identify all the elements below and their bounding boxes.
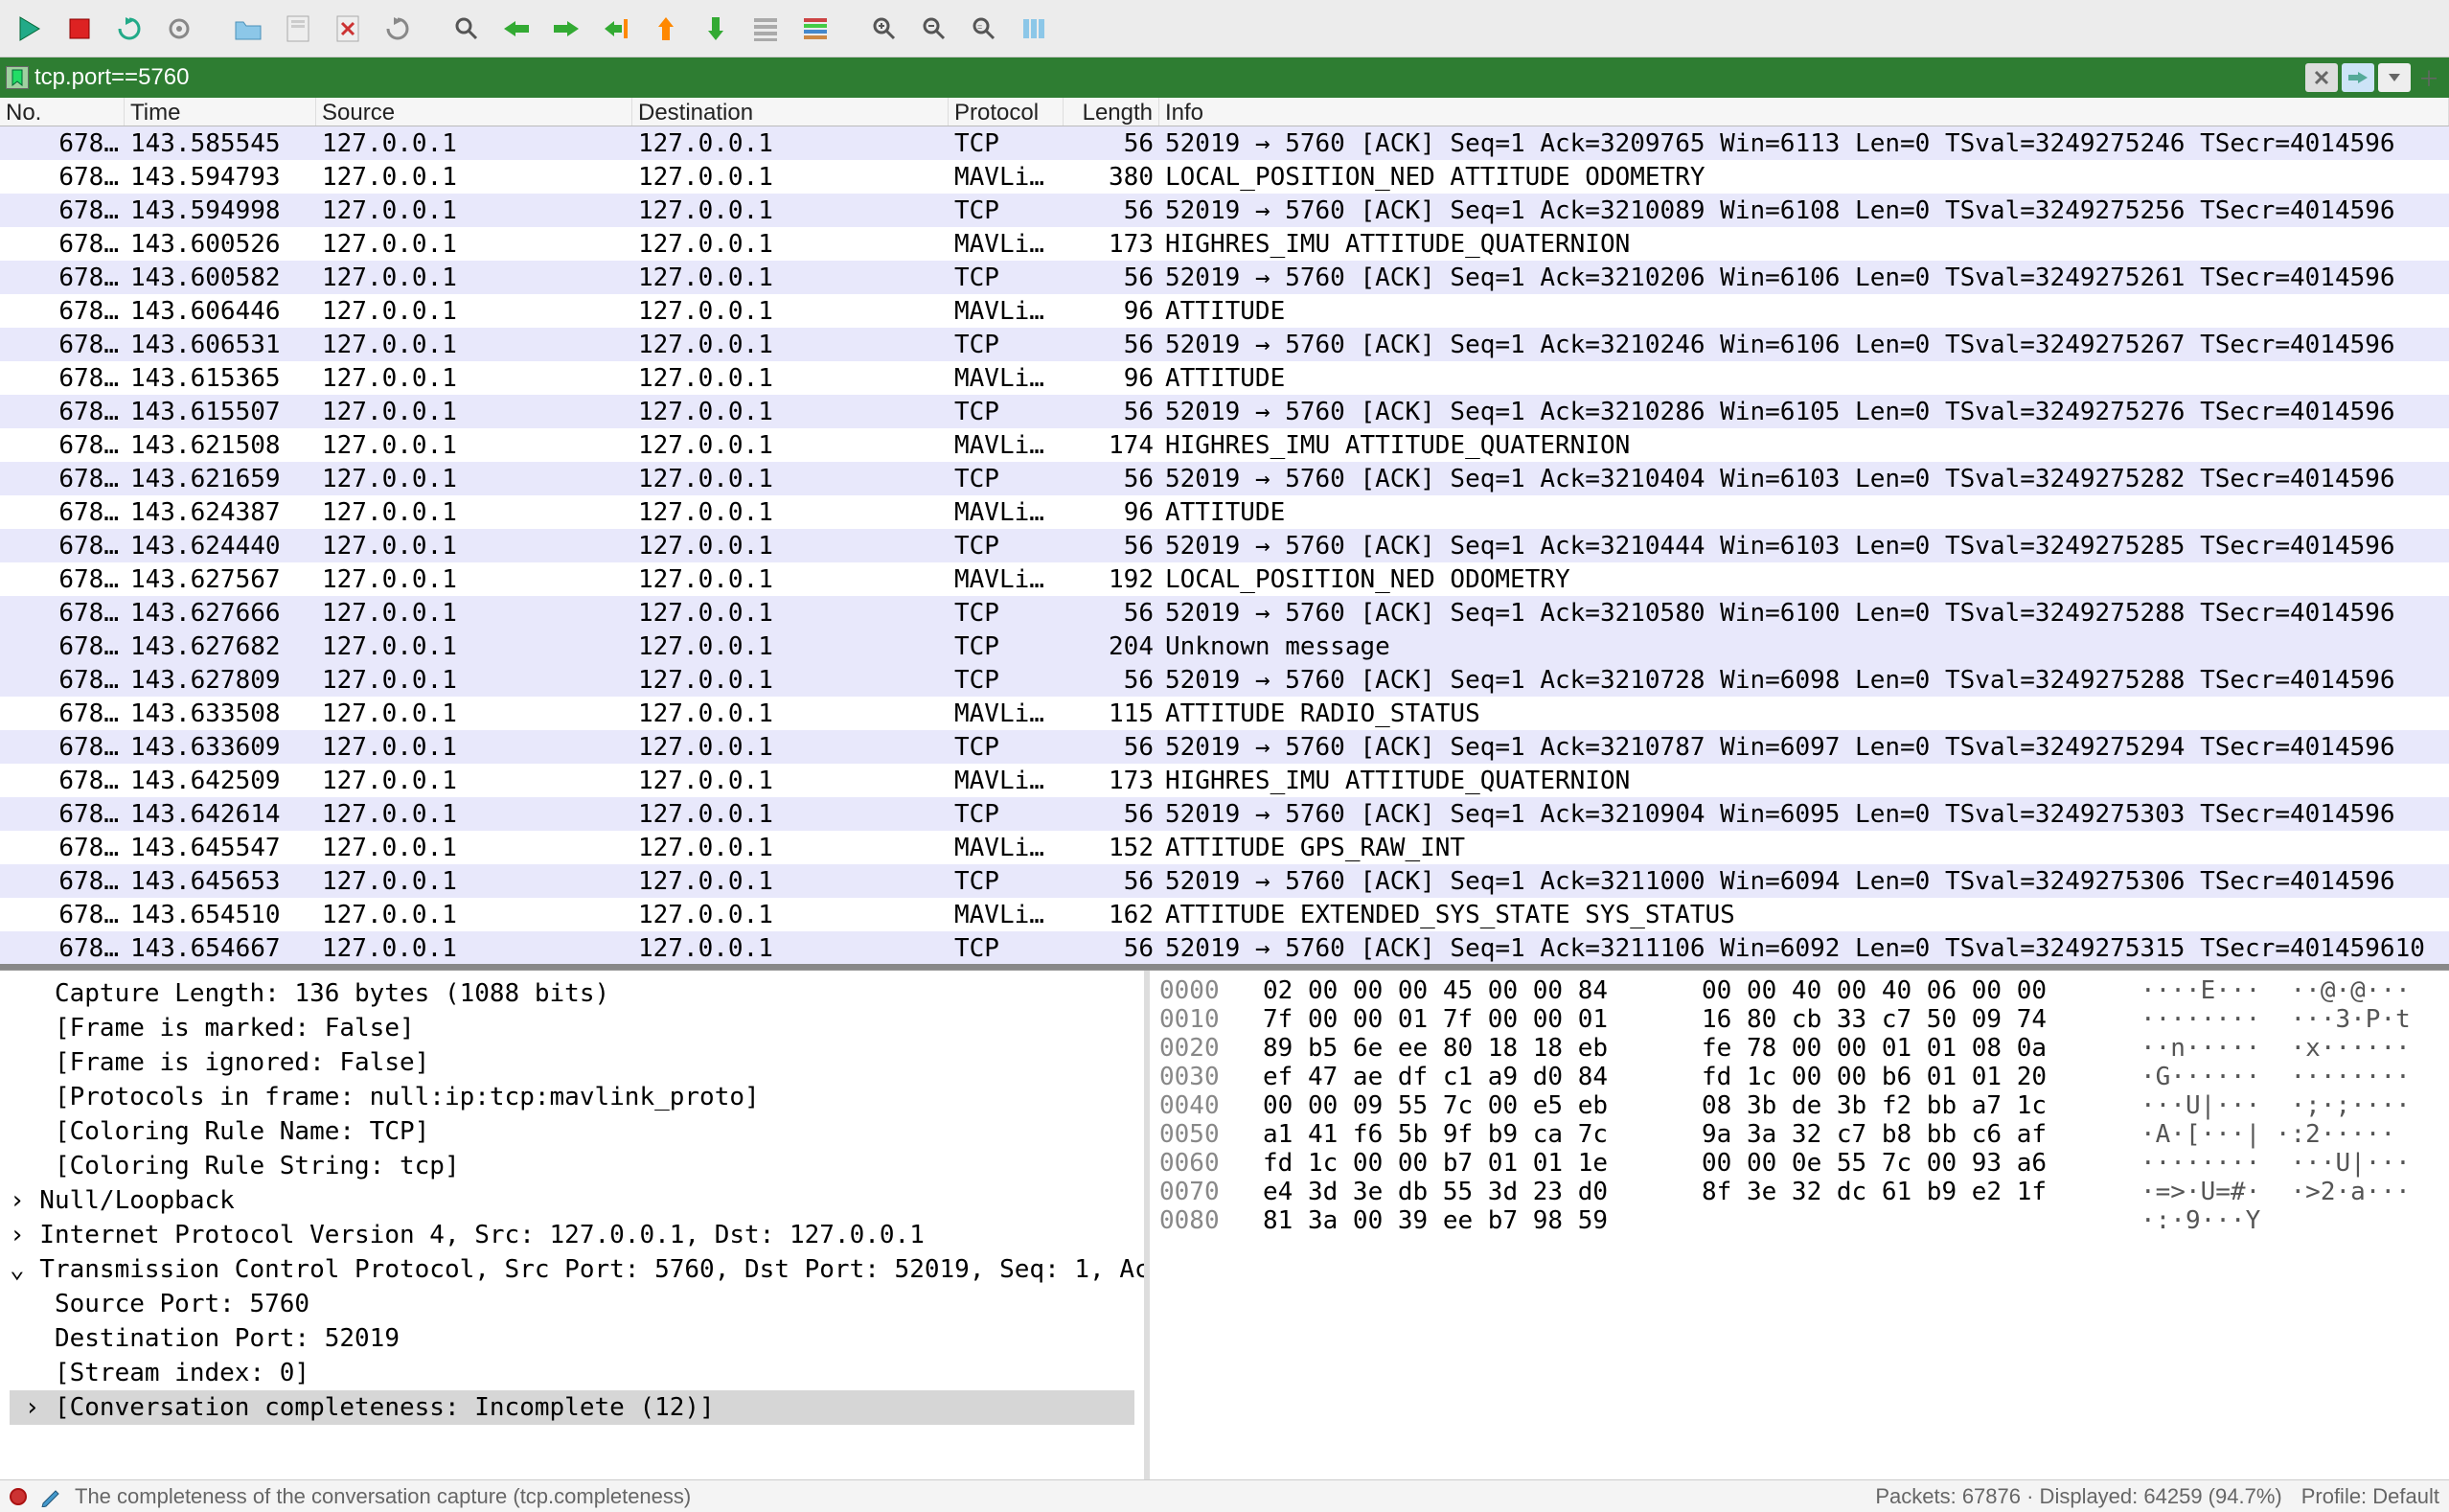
go-forward-button[interactable] [544, 7, 588, 51]
packet-row[interactable]: 678…143.600526127.0.0.1127.0.0.1MAVLi…17… [0, 227, 2449, 261]
packet-row[interactable]: 678…143.642509127.0.0.1127.0.0.1MAVLi…17… [0, 764, 2449, 797]
detail-line[interactable]: ⌄ Transmission Control Protocol, Src Por… [10, 1252, 1134, 1287]
main-toolbar: = [0, 0, 2449, 57]
go-to-first-button[interactable] [644, 7, 688, 51]
packet-bytes-pane[interactable]: 000002 00 00 00 45 00 00 8400 00 40 00 4… [1150, 971, 2449, 1479]
display-filter-input[interactable] [34, 64, 2301, 91]
packet-row[interactable]: 678…143.594998127.0.0.1127.0.0.1TCP56520… [0, 194, 2449, 227]
hex-row[interactable]: 0030ef 47 ae df c1 a9 d0 84fd 1c 00 00 b… [1159, 1063, 2439, 1091]
filter-clear-button[interactable] [2305, 63, 2338, 92]
detail-line[interactable]: [Protocols in frame: null:ip:tcp:mavlink… [10, 1080, 1134, 1114]
detail-line[interactable]: › Null/Loopback [10, 1183, 1134, 1218]
go-to-packet-button[interactable] [594, 7, 638, 51]
packet-row[interactable]: 678…143.624440127.0.0.1127.0.0.1TCP56520… [0, 529, 2449, 562]
column-protocol[interactable]: Protocol [949, 98, 1064, 126]
hex-row[interactable]: 002089 b5 6e ee 80 18 18 ebfe 78 00 00 0… [1159, 1034, 2439, 1063]
packet-row[interactable]: 678…143.627809127.0.0.1127.0.0.1TCP56520… [0, 663, 2449, 697]
expert-info-indicator[interactable] [10, 1488, 27, 1505]
packet-row[interactable]: 678…143.621659127.0.0.1127.0.0.1TCP56520… [0, 462, 2449, 495]
filter-history-dropdown[interactable] [2378, 63, 2411, 92]
packet-row[interactable]: 678…143.633508127.0.0.1127.0.0.1MAVLi…11… [0, 697, 2449, 730]
zoom-out-button[interactable] [912, 7, 956, 51]
detail-line[interactable]: Destination Port: 52019 [10, 1321, 1134, 1356]
column-source[interactable]: Source [316, 98, 632, 126]
hex-row[interactable]: 000002 00 00 00 45 00 00 8400 00 40 00 4… [1159, 976, 2439, 1005]
hex-row[interactable]: 008081 3a 00 39 ee b7 98 59·:·9···Y [1159, 1206, 2439, 1235]
packet-row[interactable]: 678…143.594793127.0.0.1127.0.0.1MAVLi…38… [0, 160, 2449, 194]
packet-row[interactable]: 678…143.624387127.0.0.1127.0.0.1MAVLi…96… [0, 495, 2449, 529]
zoom-reset-button[interactable]: = [962, 7, 1006, 51]
reload-file-button[interactable] [376, 7, 420, 51]
packet-row[interactable]: 678…143.654510127.0.0.1127.0.0.1MAVLi…16… [0, 898, 2449, 931]
packet-row[interactable]: 678…143.615507127.0.0.1127.0.0.1TCP56520… [0, 395, 2449, 428]
go-back-button[interactable] [494, 7, 538, 51]
column-no[interactable]: No. [0, 98, 125, 126]
detail-line[interactable]: [Coloring Rule Name: TCP] [10, 1114, 1134, 1149]
packet-row[interactable]: 678…143.606446127.0.0.1127.0.0.1MAVLi…96… [0, 294, 2449, 328]
status-packets: Packets: 67876 · Displayed: 64259 (94.7%… [1875, 1484, 2281, 1509]
hex-row[interactable]: 004000 00 09 55 7c 00 e5 eb08 3b de 3b f… [1159, 1091, 2439, 1120]
column-info[interactable]: Info [1159, 98, 2449, 126]
packet-row[interactable]: 678…143.645653127.0.0.1127.0.0.1TCP56520… [0, 864, 2449, 898]
filter-add-button[interactable]: ＋ [2415, 63, 2443, 92]
start-capture-button[interactable] [8, 7, 52, 51]
resize-columns-button[interactable] [1012, 7, 1056, 51]
stop-capture-button[interactable] [57, 7, 102, 51]
column-dest[interactable]: Destination [632, 98, 949, 126]
detail-line[interactable]: › [Conversation completeness: Incomplete… [10, 1390, 1134, 1425]
detail-line[interactable]: [Coloring Rule String: tcp] [10, 1149, 1134, 1183]
packet-row[interactable]: 678…143.654667127.0.0.1127.0.0.1TCP56520… [0, 931, 2449, 965]
auto-scroll-button[interactable] [744, 7, 788, 51]
status-bar: The completeness of the conversation cap… [0, 1479, 2449, 1512]
detail-line[interactable]: › Internet Protocol Version 4, Src: 127.… [10, 1218, 1134, 1252]
save-file-button[interactable] [276, 7, 320, 51]
packet-list-header: No. Time Source Destination Protocol Len… [0, 98, 2449, 126]
restart-capture-button[interactable] [107, 7, 151, 51]
zoom-in-button[interactable] [862, 7, 906, 51]
open-file-button[interactable] [226, 7, 270, 51]
packet-row[interactable]: 678…143.627666127.0.0.1127.0.0.1TCP56520… [0, 596, 2449, 630]
detail-line[interactable]: [Stream index: 0] [10, 1356, 1134, 1390]
packet-row[interactable]: 678…143.606531127.0.0.1127.0.0.1TCP56520… [0, 328, 2449, 361]
hex-row[interactable]: 00107f 00 00 01 7f 00 00 0116 80 cb 33 c… [1159, 1005, 2439, 1034]
detail-line[interactable]: [Frame is ignored: False] [10, 1045, 1134, 1080]
status-hint: The completeness of the conversation cap… [75, 1484, 691, 1509]
packet-row[interactable]: 678…143.621508127.0.0.1127.0.0.1MAVLi…17… [0, 428, 2449, 462]
packet-row[interactable]: 678…143.615365127.0.0.1127.0.0.1MAVLi…96… [0, 361, 2449, 395]
capture-edit-icon[interactable] [40, 1486, 61, 1507]
status-profile[interactable]: Profile: Default [2301, 1484, 2439, 1509]
hex-row[interactable]: 0050a1 41 f6 5b 9f b9 ca 7c9a 3a 32 c7 b… [1159, 1120, 2439, 1149]
find-packet-button[interactable] [445, 7, 489, 51]
svg-text:=: = [977, 22, 982, 32]
filter-apply-button[interactable] [2342, 63, 2374, 92]
packet-row[interactable]: 678…143.642614127.0.0.1127.0.0.1TCP56520… [0, 797, 2449, 831]
packet-details-pane[interactable]: Capture Length: 136 bytes (1088 bits) [F… [0, 971, 1150, 1479]
packet-row[interactable]: 678…143.633609127.0.0.1127.0.0.1TCP56520… [0, 730, 2449, 764]
packet-row[interactable]: 678…143.627567127.0.0.1127.0.0.1MAVLi…19… [0, 562, 2449, 596]
detail-line[interactable]: Source Port: 5760 [10, 1287, 1134, 1321]
display-filter-bar: ＋ [0, 57, 2449, 98]
bottom-panes: Capture Length: 136 bytes (1088 bits) [F… [0, 970, 2449, 1479]
column-time[interactable]: Time [125, 98, 316, 126]
go-to-last-button[interactable] [694, 7, 738, 51]
close-file-button[interactable] [326, 7, 370, 51]
packet-row[interactable]: 678…143.627682127.0.0.1127.0.0.1TCP204Un… [0, 630, 2449, 663]
filter-bookmark-button[interactable] [6, 66, 29, 89]
hex-row[interactable]: 0060fd 1c 00 00 b7 01 01 1e00 00 0e 55 7… [1159, 1149, 2439, 1178]
packet-row[interactable]: 678…143.645547127.0.0.1127.0.0.1MAVLi…15… [0, 831, 2449, 864]
detail-line[interactable]: Capture Length: 136 bytes (1088 bits) [10, 976, 1134, 1011]
capture-options-button[interactable] [157, 7, 201, 51]
column-length[interactable]: Length [1064, 98, 1159, 126]
packet-row[interactable]: 678…143.600582127.0.0.1127.0.0.1TCP56520… [0, 261, 2449, 294]
detail-line[interactable]: [Frame is marked: False] [10, 1011, 1134, 1045]
packet-row[interactable]: 678…143.585545127.0.0.1127.0.0.1TCP56520… [0, 126, 2449, 160]
colorize-button[interactable] [793, 7, 837, 51]
packet-list[interactable]: 678…143.585545127.0.0.1127.0.0.1TCP56520… [0, 126, 2449, 970]
hex-row[interactable]: 0070e4 3d 3e db 55 3d 23 d08f 3e 32 dc 6… [1159, 1178, 2439, 1206]
